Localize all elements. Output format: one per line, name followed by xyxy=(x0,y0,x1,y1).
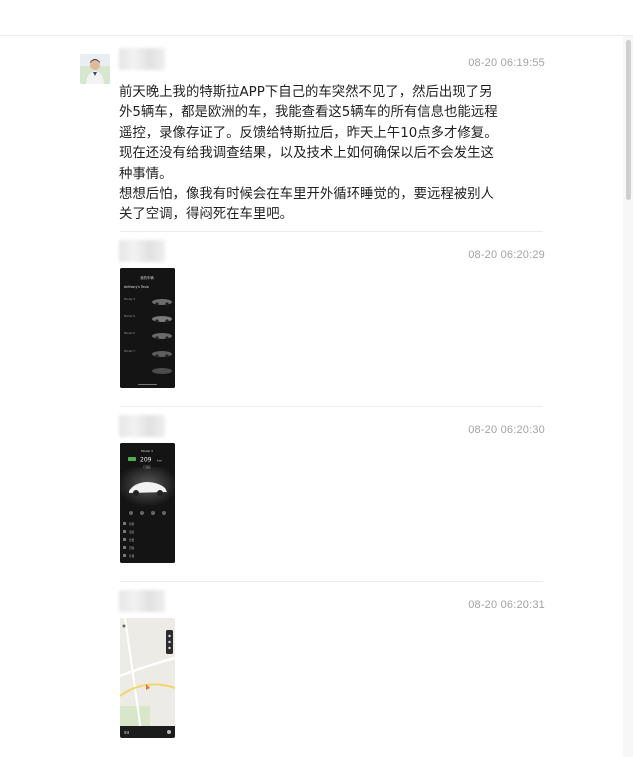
nickname-blurred xyxy=(119,240,165,262)
car-name: Model 3 xyxy=(141,449,153,453)
timestamp: 08-20 06:20:31 xyxy=(468,599,545,611)
text-line: 关了空调，得闷死在车里吧。 xyxy=(119,207,294,223)
home-indicator xyxy=(138,384,157,385)
scrollbar[interactable] xyxy=(623,36,633,757)
timestamp: 08-20 06:19:55 xyxy=(468,57,545,69)
battery-icon xyxy=(128,457,136,461)
charge-button-icon[interactable] xyxy=(151,511,155,515)
message-item: 08-20 06:20:30 Model 3 209 km 已锁定 控制 温度 … xyxy=(0,407,623,582)
app-header: 我的车辆 xyxy=(140,275,154,280)
lock-button-icon[interactable] xyxy=(129,511,133,515)
chat-window: 08-20 06:19:55 前天晚上我的特斯拉APP下自己的车突然不见了，然后… xyxy=(0,0,633,757)
menu-item[interactable]: 控制 xyxy=(129,522,135,526)
settings-icon[interactable] xyxy=(167,730,171,734)
menu-item[interactable]: 温度 xyxy=(129,530,135,534)
nickname-blurred xyxy=(119,590,165,612)
top-bar xyxy=(0,0,633,36)
bottom-button-label[interactable]: 按钮 xyxy=(124,731,130,735)
timestamp: 08-20 06:20:29 xyxy=(468,249,545,261)
frunk-button-icon[interactable] xyxy=(162,511,166,515)
car-status-screenshot: Model 3 209 km 已锁定 控制 温度 位置 召唤 升级 xyxy=(120,443,175,563)
avatar-photo xyxy=(80,54,110,84)
menu-item[interactable]: 位置 xyxy=(129,538,135,542)
vehicle-list-screenshot: 我的车辆 Anthony's Tesla Model 3 Model S Mod… xyxy=(120,268,175,388)
message-item: 08-20 06:20:29 我的车辆 Anthony's Tesla Mode… xyxy=(0,232,623,407)
scrollbar-thumb[interactable] xyxy=(626,40,631,200)
lock-status: 已锁定 xyxy=(143,465,151,469)
text-line: 遥控，录像存证了。反馈给特斯拉后，昨天上午10点多才修复。 xyxy=(119,125,498,141)
message-item: 08-20 06:20:31 按钮 xyxy=(0,582,623,757)
text-line: 前天晚上我的特斯拉APP下自己的车突然不见了，然后出现了另 xyxy=(119,85,493,100)
nickname-blurred xyxy=(119,415,165,437)
menu-item[interactable]: 召唤 xyxy=(129,546,135,550)
image-map-location[interactable]: 按钮 xyxy=(120,618,175,738)
image-car-status[interactable]: Model 3 209 km 已锁定 控制 温度 位置 召唤 升级 xyxy=(120,443,175,563)
message-item: 08-20 06:19:55 前天晚上我的特斯拉APP下自己的车突然不见了，然后… xyxy=(0,40,623,232)
vehicle-name: Model 3 xyxy=(124,297,135,301)
avatar[interactable] xyxy=(80,54,110,84)
owner-name: Anthony's Tesla xyxy=(124,285,149,289)
vehicle-name: Model X xyxy=(124,331,135,335)
text-line: 现在还没有给我调查结果，以及技术上如何确保以后不会发生这 xyxy=(119,146,494,162)
text-line: 外5辆车，都是欧洲的车，我能查看这5辆车的所有信息也能远程 xyxy=(119,105,498,121)
vehicle-thumb xyxy=(152,368,172,374)
map-screenshot: 按钮 xyxy=(120,618,175,738)
menu-item[interactable]: 升级 xyxy=(129,554,135,558)
back-icon[interactable] xyxy=(122,624,126,628)
text-line: 想想后怕，像我有时候会在车里开外循环睡觉的，要远程被别人 xyxy=(119,187,494,203)
image-vehicle-list[interactable]: 我的车辆 Anthony's Tesla Model 3 Model S Mod… xyxy=(120,268,175,388)
nickname-blurred xyxy=(119,48,165,70)
vehicle-name: Model S xyxy=(124,314,135,318)
battery-unit: km xyxy=(157,459,162,463)
fan-button-icon[interactable] xyxy=(140,511,144,515)
battery-range: 209 xyxy=(140,457,152,464)
message-text: 前天晚上我的特斯拉APP下自己的车突然不见了，然后出现了另 外5辆车，都是欧洲的… xyxy=(119,83,539,226)
vehicle-name: Model Y xyxy=(124,349,135,353)
timestamp: 08-20 06:20:30 xyxy=(468,424,545,436)
text-line: 种事情。 xyxy=(119,166,173,182)
